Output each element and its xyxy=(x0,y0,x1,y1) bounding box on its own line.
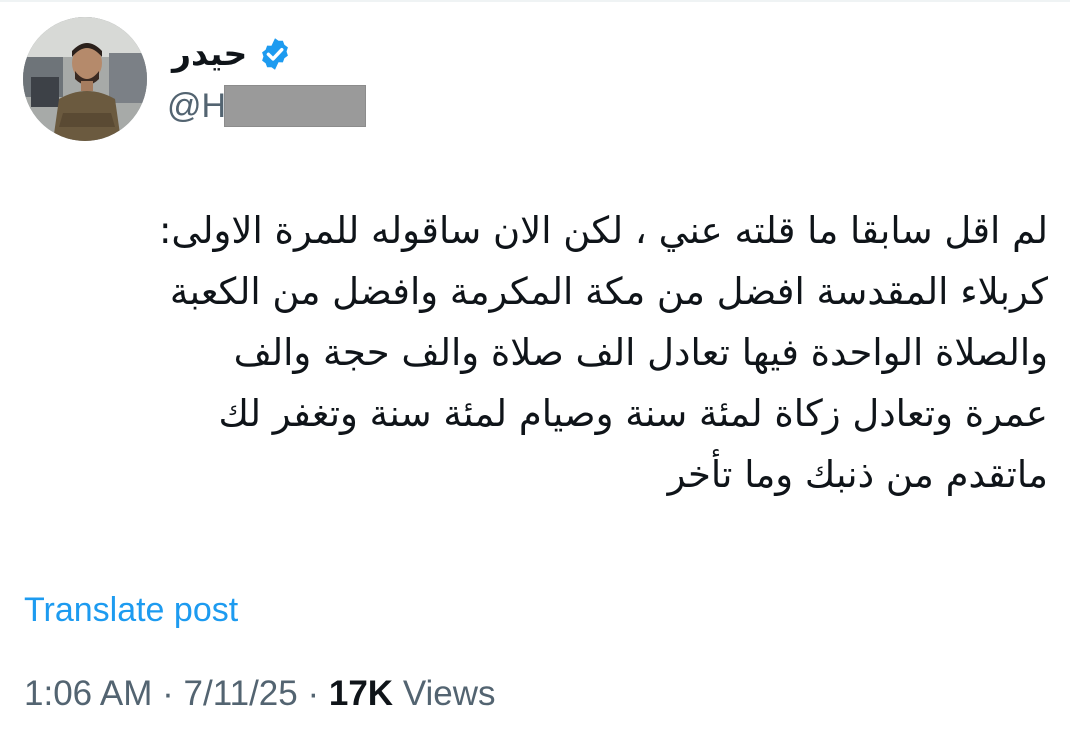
post-date[interactable]: 7/11/25 xyxy=(184,674,298,713)
verified-badge-icon xyxy=(262,38,289,70)
redaction-block xyxy=(224,85,367,127)
views-count[interactable]: 17K xyxy=(329,674,393,713)
profile-photo-icon xyxy=(23,17,147,141)
display-name[interactable]: حيدر xyxy=(172,34,247,74)
avatar[interactable] xyxy=(23,17,147,141)
translate-post-link[interactable]: Translate post xyxy=(24,588,238,632)
top-divider xyxy=(0,0,1070,2)
post-text: لم اقل سابقا ما قلته عني ، لكن الان ساقو… xyxy=(20,200,1048,505)
author-name-row: حيدر xyxy=(172,34,293,74)
meta-separator: · xyxy=(307,674,320,713)
views-label: Views xyxy=(402,674,496,713)
meta-separator: · xyxy=(162,674,174,713)
author-handle[interactable]: @H xyxy=(167,82,367,130)
post-time[interactable]: 1:06 AM xyxy=(24,674,152,713)
post-text-line: لم اقل سابقا ما قلته عني ، لكن الان ساقو… xyxy=(158,209,1048,252)
post-text-line: والصلاة الواحدة فيها تعادل الف صلاة والف… xyxy=(233,331,1048,374)
post-text-line: كربلاء المقدسة افضل من مكة المكرمة وافضل… xyxy=(169,270,1048,313)
post-metadata: 1:06 AM · 7/11/25 · 17K Views xyxy=(24,672,496,716)
handle-text: @H xyxy=(167,87,227,125)
post-text-line: ماتقدم من ذنبك وما تأخر xyxy=(667,453,1048,496)
post-text-line: عمرة وتعادل زكاة لمئة سنة وصيام لمئة سنة… xyxy=(218,392,1048,435)
